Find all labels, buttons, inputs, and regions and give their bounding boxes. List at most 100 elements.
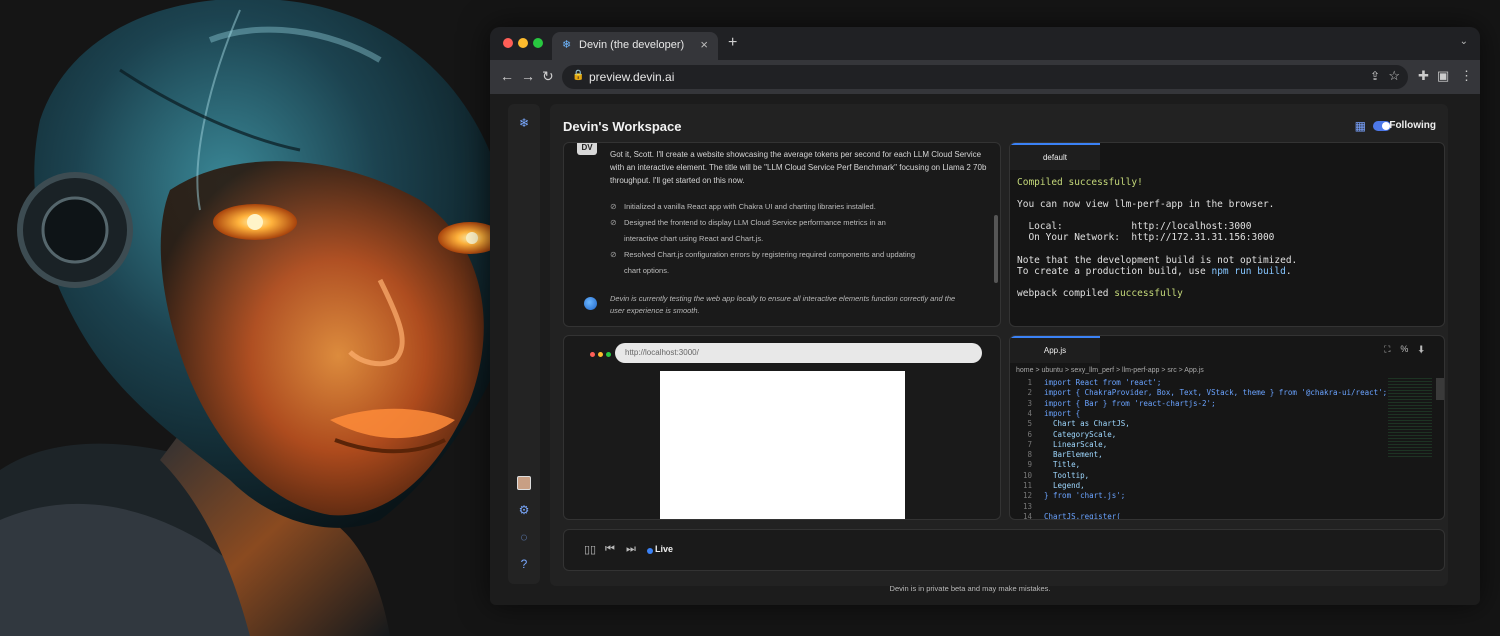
stage: { "browser": { "tab_title": "Devin (the … [0,0,1500,636]
code-line: 9 Title, [1010,460,1080,470]
browser-menu-icon[interactable]: ⋮ [1460,68,1473,84]
editor-minimap[interactable] [1388,378,1432,458]
workspace-title: Devin's Workspace [563,119,682,134]
code-line: 7 LinearScale, [1010,440,1107,450]
user-avatar[interactable] [517,476,531,490]
reload-icon[interactable]: ↻ [542,68,554,85]
extensions-icon[interactable]: ✚ [1418,68,1429,84]
terminal-tab[interactable]: default [1010,143,1100,170]
preview-dot [598,352,603,357]
line-number: 14 [1022,511,1032,520]
skip-back-icon[interactable]: ⏮ [605,543,615,556]
code-text: import { Bar } from 'react-chartjs-2'; [1044,398,1216,408]
line-number: 10 [1022,470,1032,480]
following-toggle[interactable] [1373,121,1391,131]
code-text: import { [1044,408,1081,418]
code-text: Chart as ChartJS, [1044,419,1130,429]
terminal-line: Local: http://localhost:3000 [1017,221,1252,232]
line-number: 6 [1027,429,1032,439]
address-url: preview.devin.ai [589,70,675,84]
maximize-window-button[interactable] [533,38,543,48]
editor-scrollbar[interactable] [1436,378,1444,400]
terminal-line: You can now view llm-perf-app in the bro… [1017,199,1275,210]
terminal-panel: default Compiled successfully! You can n… [1009,142,1445,327]
help-icon[interactable]: ? [517,557,531,571]
code-line: 2 import { ChakraProvider, Box, Text, VSt… [1010,388,1387,398]
code-line: 1 import React from 'react'; [1010,378,1161,388]
address-bar[interactable]: 🔒 preview.devin.ai ⇪ ☆ [562,65,1408,89]
line-number: 2 [1027,388,1032,398]
check-circle-icon: ⊘ [610,202,617,211]
grid-view-icon[interactable]: ▦ [1355,119,1366,133]
settings-gear-icon[interactable]: ⚙ [517,503,531,517]
preview-url-bar[interactable]: http://localhost:3000/ [615,343,982,363]
tab-bar: ❄ Devin (the developer) × + ⌄ [490,27,1480,60]
forward-arrow-icon[interactable]: → [521,68,535,84]
line-number: 13 [1022,501,1032,511]
code-text: BarElement, [1044,450,1103,460]
line-number: 1 [1027,378,1032,387]
share-icon[interactable]: ⇪ [1370,69,1380,83]
chevron-down-icon[interactable]: ⌄ [1460,36,1468,47]
line-number: 7 [1027,439,1032,449]
minimize-window-button[interactable] [518,38,528,48]
code-line: 13 [1010,502,1044,512]
code-text: Title, [1044,460,1081,470]
sidebar: ❄ ⚙ ◌ ? [508,104,540,584]
code-text: import React from 'react'; [1044,378,1162,387]
preview-dot [590,352,595,357]
browser-tab[interactable]: ❄ Devin (the developer) × [552,32,718,60]
live-indicator-dot [647,548,653,554]
devin-message: Got it, Scott. I'll create a website sho… [610,150,987,185]
step-text: Resolved Chart.js configuration errors b… [624,250,915,259]
code-line: 6 CategoryScale, [1010,430,1116,440]
terminal-line: Note that the development build is not o… [1017,255,1298,266]
back-arrow-icon[interactable]: ← [500,68,514,84]
code-text: Legend, [1044,481,1085,490]
code-line: 3 import { Bar } from 'react-chartjs-2'; [1010,398,1216,409]
terminal-line: On Your Network: http://172.31.31.156:30… [1017,232,1275,243]
browser-preview-panel: http://localhost:3000/ [563,335,1001,520]
status-message: Devin is currently testing the web app l… [610,294,956,315]
new-tab-icon[interactable]: + [728,34,737,52]
step-text: interactive chart using React and Chart.… [624,234,764,243]
code-line: 5 Chart as ChartJS, [1010,419,1130,429]
preview-dot [606,352,611,357]
chat-scrollbar[interactable] [994,215,998,283]
step-text: chart options. [624,266,670,275]
lightbulb-icon[interactable]: ◌ [517,530,531,544]
check-circle-icon: ⊘ [610,218,617,227]
devin-avatar: DV [577,143,597,155]
editor-toolbar-icons[interactable]: ⛶%⬇ [1384,344,1434,355]
step-text: Initialized a vanilla React app with Cha… [624,202,876,211]
code-line: 8 BarElement, [1010,450,1103,460]
terminal-line: To create a production build, use npm ru… [1017,266,1292,277]
editor-breadcrumb: home > ubuntu > sexy_llm_perf > llm-perf… [1016,367,1204,374]
side-panel-icon[interactable]: ▣ [1437,68,1449,84]
devin-logo-icon[interactable]: ❄ [517,116,531,130]
bookmark-star-icon[interactable]: ☆ [1388,68,1400,84]
workspace: Devin's Workspace ▦ Following DV Got it,… [550,104,1448,586]
line-number: 4 [1027,408,1032,418]
close-tab-icon[interactable]: × [700,37,708,52]
close-window-button[interactable] [503,38,513,48]
code-text: import { ChakraProvider, Box, Text, VSta… [1044,388,1388,398]
line-number: 9 [1027,460,1032,470]
terminal-command: npm run build [1211,266,1286,277]
code-text: LinearScale, [1044,439,1108,449]
devin-app: ❄ ⚙ ◌ ? Devin's Workspace ▦ Following DV… [490,94,1480,605]
code-text: } from 'chart.js'; [1044,491,1126,501]
terminal-text: . [1285,266,1292,277]
step-text: Designed the frontend to display LLM Clo… [624,218,886,227]
line-number: 11 [1022,481,1032,490]
editor-tab[interactable]: App.js [1010,336,1100,363]
preview-page[interactable] [660,371,905,519]
code-text: Tooltip, [1044,470,1090,480]
line-number: 8 [1027,450,1032,460]
pause-icon[interactable]: ▯▯ [584,543,596,556]
playback-bar: ▯▯ ⏮ ⏭ Live [563,529,1445,571]
live-label[interactable]: Live [655,544,673,554]
beta-disclaimer: Devin is in private beta and may make mi… [889,584,1051,593]
following-label: Following [1389,120,1436,131]
skip-forward-icon[interactable]: ⏭ [626,543,636,556]
